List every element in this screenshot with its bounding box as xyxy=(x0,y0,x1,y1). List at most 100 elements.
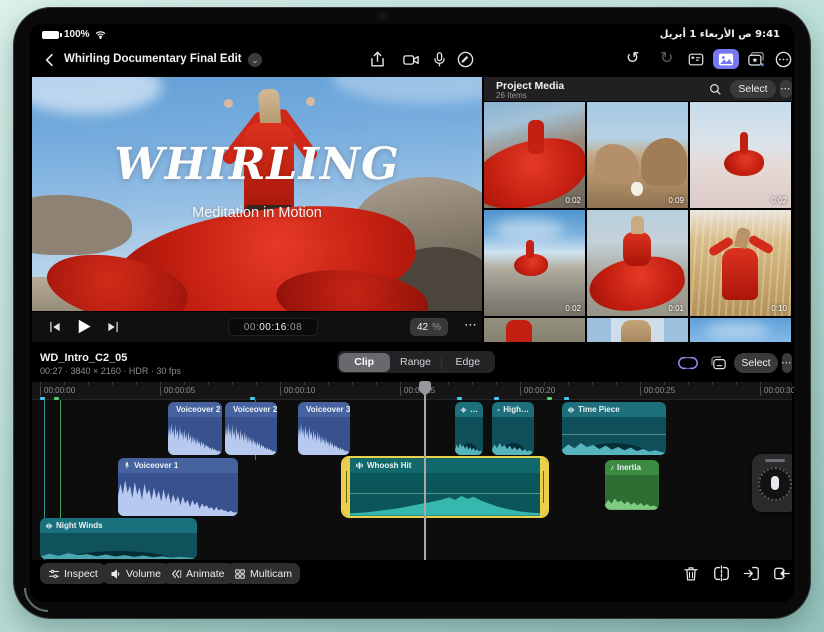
timeline-more-button[interactable]: ⋯ xyxy=(781,353,792,373)
blade-icon[interactable] xyxy=(712,564,731,583)
audio-waveform xyxy=(118,473,238,516)
magnetic-timeline-button[interactable] xyxy=(678,353,698,373)
thumbnail-photo xyxy=(528,120,544,154)
ruler-label: 00:00:20 xyxy=(520,386,555,396)
search-icon[interactable] xyxy=(708,82,722,96)
video-viewer[interactable]: WHIRLING Meditation in Motion xyxy=(32,77,482,311)
media-thumbnail[interactable]: 0:02 xyxy=(484,102,585,208)
timeline-clip-voiceover2b[interactable]: Voiceover 2 xyxy=(225,402,277,455)
timeline-clip-meta: 00:27 · 3840 × 2160 · HDR · 30 fps xyxy=(40,366,181,376)
timeline-select-button[interactable]: Select xyxy=(734,353,778,373)
trash-icon[interactable] xyxy=(682,564,700,583)
clip-title: Inertia xyxy=(617,463,642,472)
insert-clip-icon[interactable] xyxy=(742,564,761,583)
media-select-button[interactable]: Select xyxy=(730,80,776,98)
inspect-label: Inspect xyxy=(64,567,98,580)
timeline-clip-high[interactable]: High… xyxy=(492,402,534,455)
back-chevron-button[interactable] xyxy=(42,52,58,68)
media-thumbnail[interactable]: 0:09 xyxy=(587,102,688,208)
timeline-clip-name: WD_Intro_C2_05 xyxy=(40,352,128,364)
audio-waveform xyxy=(343,492,547,516)
pencil-tools-button[interactable] xyxy=(456,50,475,69)
record-camera-button[interactable] xyxy=(401,51,421,69)
app-toolbar: Whirling Documentary Final Edit ⌄ ↺ ↻ xyxy=(30,44,794,76)
connected-clips-button[interactable] xyxy=(708,354,728,372)
media-thumbnail[interactable] xyxy=(587,318,688,342)
share-button[interactable] xyxy=(368,50,387,69)
audio-waveform xyxy=(298,417,350,455)
timeline-clip-voiceover2a[interactable]: Voiceover 2 xyxy=(168,402,222,455)
undo-button[interactable]: ↺ xyxy=(626,48,639,68)
timeline-clip-voiceover1[interactable]: Voiceover 1 xyxy=(118,458,238,516)
media-thumbnail[interactable] xyxy=(484,318,585,342)
tab-range[interactable]: Range xyxy=(390,353,441,372)
thumbnail-photo xyxy=(526,240,534,258)
ruler-label: 00:00:30 xyxy=(760,386,794,396)
more-options-button[interactable] xyxy=(774,50,793,69)
playhead-line[interactable] xyxy=(424,382,426,560)
inspect-button[interactable]: Inspect xyxy=(40,563,106,584)
viewer-more-button[interactable]: ⋯ xyxy=(464,317,478,333)
media-thumbnail[interactable]: 0:02 xyxy=(484,210,585,316)
tab-edge[interactable]: Edge xyxy=(441,352,493,372)
clip-duration: 0:02 xyxy=(565,304,581,313)
audio-waveform xyxy=(40,551,197,559)
clip-title: High… xyxy=(503,405,529,414)
trim-handle-right[interactable] xyxy=(540,458,547,516)
microphone-button[interactable] xyxy=(431,50,448,69)
media-browser-button-active[interactable] xyxy=(713,49,739,69)
skip-to-start-button[interactable] xyxy=(48,320,62,334)
battery-percent: 100% xyxy=(64,29,90,40)
timeline-clip-voiceover3[interactable]: Voiceover 3 xyxy=(298,402,350,455)
skip-to-end-button[interactable] xyxy=(106,320,120,334)
viewer-hill-left xyxy=(32,195,132,255)
media-thumbnail[interactable]: 0:02 xyxy=(690,102,791,208)
media-thumbnail[interactable] xyxy=(690,318,791,342)
audio-waveform xyxy=(455,439,483,455)
clip-duration: 0:02 xyxy=(565,196,581,205)
clip-star-button[interactable] xyxy=(746,50,766,68)
volume-button[interactable]: Volume xyxy=(102,563,170,584)
tab-clip[interactable]: Clip xyxy=(338,352,390,372)
animate-label: Animate xyxy=(186,567,225,580)
media-thumbnail[interactable]: 0:10 xyxy=(690,210,791,316)
project-media-panel: Project Media 26 Items Select ⋯ 0:02 0:0… xyxy=(484,77,792,342)
media-more-button[interactable]: ⋯ xyxy=(780,80,792,98)
app-screen: 100% 9:41 ص الأربعاء 1 أبريل Whirling Do… xyxy=(30,24,794,602)
play-button[interactable] xyxy=(74,317,93,336)
timeline-clip-sfx[interactable]: … xyxy=(455,402,483,455)
timecode-main: 00:16 xyxy=(259,321,287,333)
thumbnail-photo xyxy=(494,218,564,240)
zoom-level-control[interactable]: 42 % xyxy=(410,318,449,336)
animate-button[interactable]: Animate xyxy=(162,563,233,584)
jog-knob[interactable] xyxy=(771,476,779,490)
multicam-button[interactable]: Multicam xyxy=(226,563,301,584)
timeline-clip-inertia[interactable]: ♪ Inertia xyxy=(605,460,659,510)
trim-handle-left[interactable] xyxy=(343,458,350,516)
jog-wheel-control[interactable] xyxy=(752,454,792,512)
grid-icon xyxy=(235,568,245,579)
timeline-ruler[interactable]: 00:00:00 00:00:05 00:00:10 00:00:15 00:0… xyxy=(32,382,794,400)
audio-waveform xyxy=(225,417,277,455)
jog-drag-handle[interactable] xyxy=(765,459,785,462)
audio-waveform xyxy=(492,439,534,455)
waveform-icon xyxy=(356,462,363,469)
timecode-suffix: :08 xyxy=(286,321,303,333)
clip-title: Whoosh Hit xyxy=(367,461,412,470)
inspector-layout-button[interactable] xyxy=(686,51,706,68)
timeline-clip-time-piece[interactable]: Time Piece xyxy=(562,402,666,455)
timeline-clip-night-winds[interactable]: Night Winds xyxy=(40,518,197,559)
overwrite-clip-icon[interactable] xyxy=(772,564,791,583)
timeline-clip-whoosh-hit-selected[interactable]: Whoosh Hit xyxy=(343,458,547,516)
timeline-tracks[interactable]: Voiceover 2 Voiceover 2 Voiceover 3 … Hi… xyxy=(32,400,792,560)
media-panel-header: Project Media 26 Items Select ⋯ xyxy=(484,77,792,101)
media-thumbnail[interactable]: 0:01 xyxy=(587,210,688,316)
waveform-icon xyxy=(497,408,500,411)
title-chevron-down-icon[interactable]: ⌄ xyxy=(248,53,262,67)
redo-button[interactable]: ↻ xyxy=(660,48,673,68)
thumbnail-photo xyxy=(704,322,770,338)
ruler-label: 00:00:10 xyxy=(280,386,315,396)
timeline-header: WD_Intro_C2_05 00:27 · 3840 × 2160 · HDR… xyxy=(32,348,792,380)
cloud xyxy=(32,77,162,114)
clip-title: … xyxy=(470,405,478,414)
